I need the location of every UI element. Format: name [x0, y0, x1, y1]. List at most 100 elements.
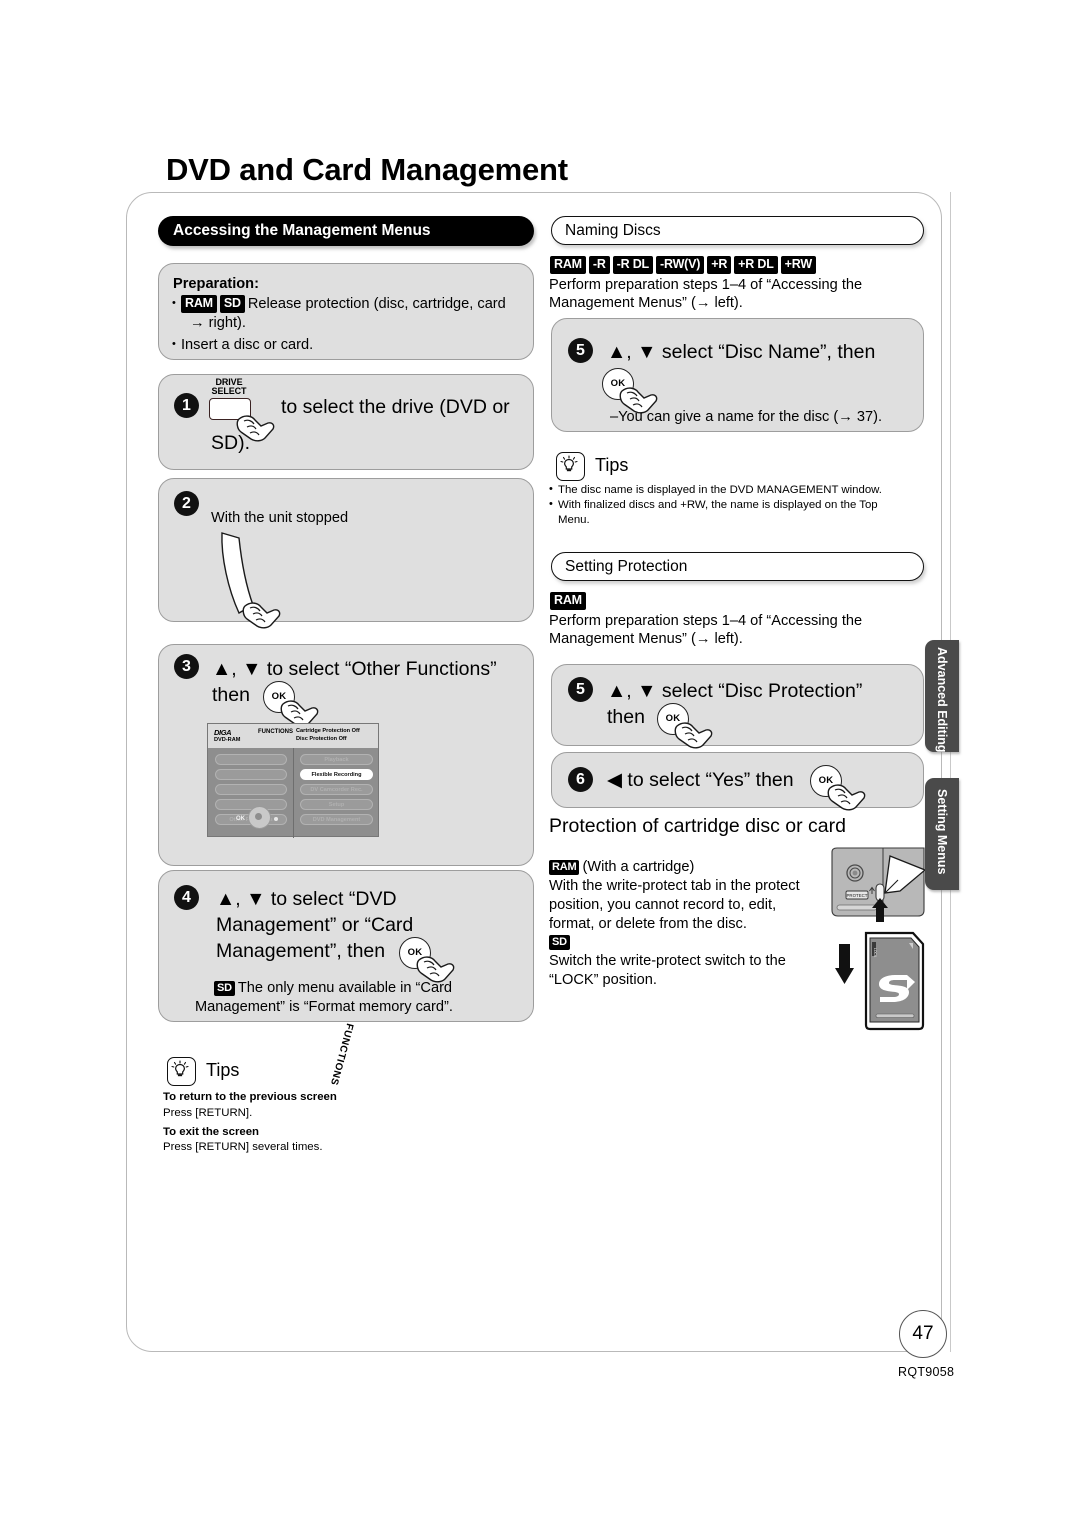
- step-5-note: –You can give a name for the disc (→ 37)…: [610, 409, 883, 425]
- screen-right-item-dvd-management[interactable]: DVD Management: [300, 814, 373, 825]
- side-tab-advanced-editing[interactable]: Advanced Editing: [925, 640, 959, 753]
- preparation-heading: Preparation:: [173, 276, 259, 292]
- screen-left-item-1[interactable]: [215, 754, 287, 765]
- screen-right-item-setup[interactable]: Setup: [300, 799, 373, 810]
- tips-item: With finalized discs and +RW, the name i…: [549, 497, 924, 513]
- tips-label: Tips: [595, 455, 629, 475]
- preparation-item-1: RAMSDRelease protection (disc, cartridge…: [172, 294, 527, 333]
- screen-column-divider: [293, 748, 294, 838]
- preparation-item-2: Insert a disc or card.: [172, 335, 527, 355]
- naming-discs-badge-row: RAM -R -R DL -RW(V) +R +R DL +RW: [550, 256, 819, 274]
- page-title: DVD and Card Management: [166, 152, 568, 187]
- step-5-text: ▲, ▼ select “Disc Name”, then: [607, 341, 876, 363]
- section-header-naming-discs: Naming Discs: [551, 216, 924, 245]
- brand-logo: DIGA: [214, 728, 232, 737]
- naming-discs-step-5-box: 5 ▲, ▼ select “Disc Name”, then OK –You …: [551, 318, 924, 432]
- preparation-text-1: Release protection (disc, cartridge, car…: [247, 296, 506, 312]
- step-4-note-line2: Management” is “Format memory card”.: [195, 999, 453, 1015]
- naming-discs-intro-line1: Perform preparation steps 1–4 of “Access…: [549, 277, 863, 293]
- tips-entry-2-body: Press [RETURN] several times.: [163, 1141, 323, 1153]
- badge-sd: SD: [549, 935, 570, 951]
- setting-protection-intro-line2: Management Menus” (→ left).: [549, 631, 743, 647]
- screen-right-item-playback[interactable]: Playback: [300, 754, 373, 765]
- tips-entry-1-heading: To return to the previous screen: [163, 1091, 337, 1103]
- pointing-hand-icon: [827, 784, 866, 811]
- protection-subheading: Protection of cartridge disc or card: [549, 815, 846, 837]
- screen-nav-wheel-icon: [248, 806, 271, 829]
- tips-item-cont: Menu.: [558, 514, 590, 526]
- setting-protection-step-6-box: 6 ◀ to select “Yes” then OK: [551, 752, 924, 811]
- step-4-text-line1: ▲, ▼ to select “DVD: [216, 888, 397, 910]
- screen-status-disc: Disc Protection Off: [296, 736, 347, 742]
- cartridge-protect-tab-illustration: PROTECT: [831, 847, 927, 922]
- badge-sd: SD: [219, 295, 245, 313]
- badge-ram: RAM: [549, 859, 580, 875]
- svg-text:PROTECT: PROTECT: [847, 893, 868, 898]
- section-header-label: Naming Discs: [565, 222, 661, 239]
- section-header-label: Accessing the Management Menus: [173, 222, 431, 239]
- step-3-text-line2: then: [212, 684, 250, 706]
- preparation-text-2: Insert a disc or card.: [181, 337, 314, 353]
- card-line-2: “LOCK” position.: [549, 972, 657, 988]
- functions-screen-mock: DIGA FUNCTIONS DVD-RAM Cartridge Protect…: [207, 723, 379, 838]
- badge-ram: RAM: [181, 295, 217, 313]
- step-5-text-line2: then: [607, 706, 645, 728]
- step-6-number: 6: [568, 767, 593, 792]
- side-tab-setting-menus[interactable]: Setting Menus: [925, 778, 959, 890]
- section-header-setting-protection: Setting Protection: [551, 552, 924, 581]
- tips-label: Tips: [206, 1060, 240, 1080]
- sd-card-lock-illustration: LOCK: [835, 931, 925, 1031]
- badge-minus-r-dl: -R DL: [612, 256, 653, 274]
- badge-plus-r-dl: +R DL: [734, 256, 778, 274]
- setting-protection-badge-row: RAM: [550, 592, 589, 610]
- drive-select-key-label-line2: SELECT: [211, 386, 247, 396]
- step-2-box: 2 With the unit stopped FUNCTIONS: [158, 478, 534, 1087]
- badge-ram: RAM: [550, 256, 586, 274]
- step-1-number: 1: [174, 393, 199, 418]
- cartridge-line-1: With the write-protect tab in the protec…: [549, 878, 800, 894]
- section-header-accessing-management-menus: Accessing the Management Menus: [158, 216, 534, 246]
- step-2-number: 2: [174, 491, 199, 516]
- step-1-box: 1 DRIVE SELECT to select the drive (DVD …: [158, 374, 534, 470]
- badge-sd: SD: [214, 980, 235, 996]
- setting-protection-step-5-box: 5 ▲, ▼ select “Disc Protection” then OK: [551, 664, 924, 749]
- document-code: RQT9058: [898, 1365, 955, 1379]
- badge-minus-r: -R: [588, 256, 610, 274]
- step-1-text-line2: SD).: [211, 432, 250, 454]
- badge-ram: RAM: [550, 592, 586, 610]
- screen-drive-label: DVD-RAM: [214, 737, 241, 743]
- step-4-note-text-1: The only menu available in “Card: [237, 980, 453, 996]
- tips-bulb-icon: [556, 452, 585, 481]
- tips-entry-2-heading: To exit the screen: [163, 1126, 260, 1138]
- screen-left-item-3[interactable]: [215, 784, 287, 795]
- step-5-number: 5: [568, 677, 593, 702]
- step-4-number: 4: [174, 885, 199, 910]
- badge-plus-rw: +RW: [780, 256, 816, 274]
- screen-right-item-flexible-recording[interactable]: Flexible Recording: [300, 769, 373, 780]
- step-4-text-line3: Management”, then: [216, 940, 386, 962]
- side-tab-label: Setting Menus: [935, 789, 949, 875]
- manual-page: DVD and Card Management Accessing the Ma…: [0, 0, 1080, 1528]
- cartridge-line-2: position, you cannot record to, edit,: [549, 897, 777, 913]
- step-4-note-line1: SD The only menu available in “Card: [214, 979, 452, 998]
- section-header-label: Setting Protection: [565, 558, 688, 575]
- card-badge-line: SD: [549, 934, 573, 952]
- screen-left-item-2[interactable]: [215, 769, 287, 780]
- preparation-text-1-cont: → right).: [190, 315, 246, 331]
- cartridge-qualifier: (With a cartridge): [582, 859, 695, 875]
- screen-right-item-dv-camcorder-rec[interactable]: DV Camcorder Rec.: [300, 784, 373, 795]
- preparation-box: Preparation: RAMSDRelease protection (di…: [158, 263, 534, 360]
- side-tab-rule: [950, 192, 951, 1352]
- step-4-text-line2: Management” or “Card: [216, 914, 414, 936]
- badge-minus-rw-v: -RW(V): [656, 256, 705, 274]
- naming-discs-intro-line2: Management Menus” (→ left).: [549, 295, 743, 311]
- screen-header: DIGA FUNCTIONS DVD-RAM Cartridge Protect…: [208, 724, 378, 748]
- card-line-1: Switch the write-protect switch to the: [549, 953, 786, 969]
- tips-item: The disc name is displayed in the DVD MA…: [549, 482, 924, 498]
- step-3-number: 3: [174, 654, 199, 679]
- naming-discs-tips-list: The disc name is displayed in the DVD MA…: [549, 482, 924, 528]
- badge-plus-r: +R: [707, 256, 732, 274]
- screen-title: FUNCTIONS: [258, 728, 293, 735]
- screen-dot-indicator: [274, 817, 278, 821]
- step-5-number: 5: [568, 338, 593, 363]
